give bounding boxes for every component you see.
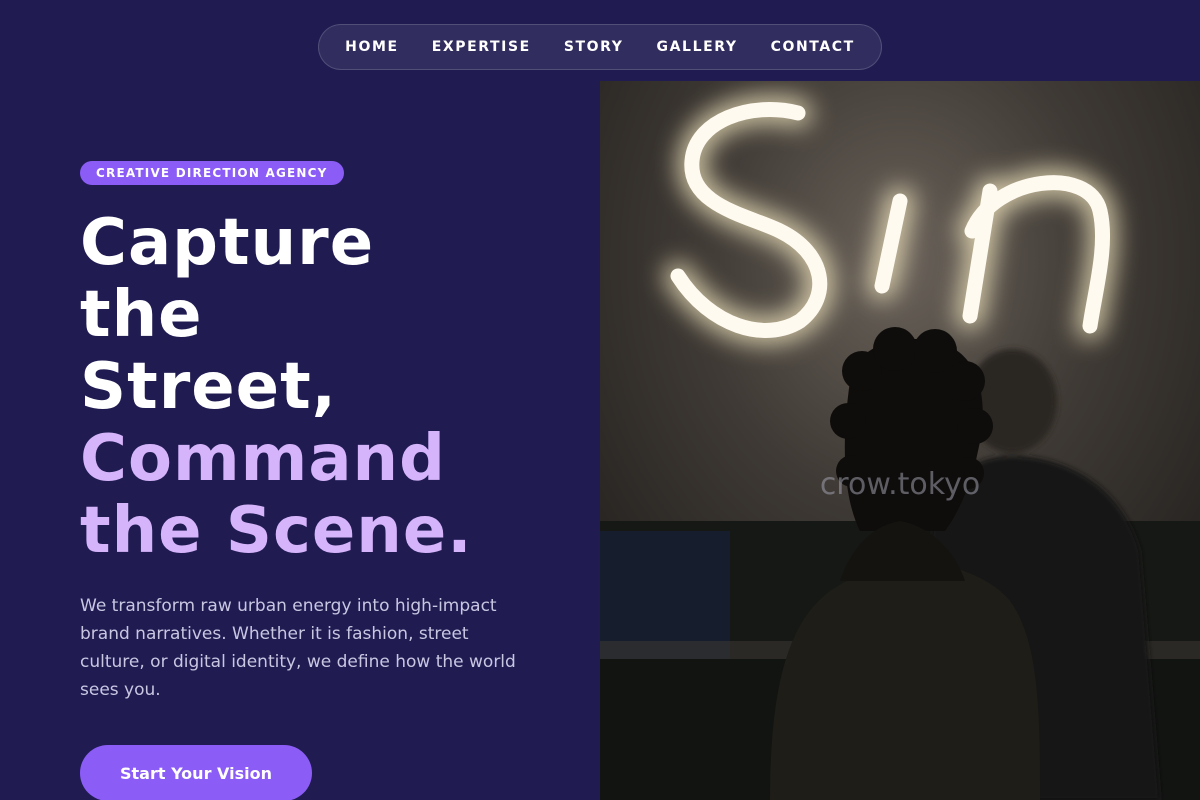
hero-content: CREATIVE DIRECTION AGENCY Capture the St…	[80, 0, 580, 800]
headline-line: the	[80, 278, 203, 352]
headline-line: Street,	[80, 350, 337, 424]
headline-line: Capture	[80, 206, 375, 280]
nav-link-contact[interactable]: CONTACT	[771, 39, 855, 55]
nav-link-gallery[interactable]: GALLERY	[657, 39, 738, 55]
nav-link-story[interactable]: STORY	[564, 39, 624, 55]
start-vision-button[interactable]: Start Your Vision	[80, 745, 312, 800]
watermark-text: crow.tokyo	[819, 467, 981, 502]
agency-badge: CREATIVE DIRECTION AGENCY	[80, 161, 344, 185]
headline-line-accent: the Scene.	[80, 494, 473, 568]
neon-sign-photo	[600, 81, 1200, 800]
nav-link-home[interactable]: HOME	[345, 39, 399, 55]
hero-headline: Capture the Street, Command the Scene.	[80, 207, 580, 567]
hero-description: We transform raw urban energy into high-…	[80, 596, 516, 700]
nav-link-expertise[interactable]: EXPERTISE	[432, 39, 531, 55]
hero-photo: crow.tokyo	[600, 81, 1200, 800]
main-nav: HOME EXPERTISE STORY GALLERY CONTACT	[318, 24, 882, 70]
page: HOME EXPERTISE STORY GALLERY CONTACT CRE…	[0, 0, 1200, 800]
headline-line-accent: Command	[80, 422, 446, 496]
